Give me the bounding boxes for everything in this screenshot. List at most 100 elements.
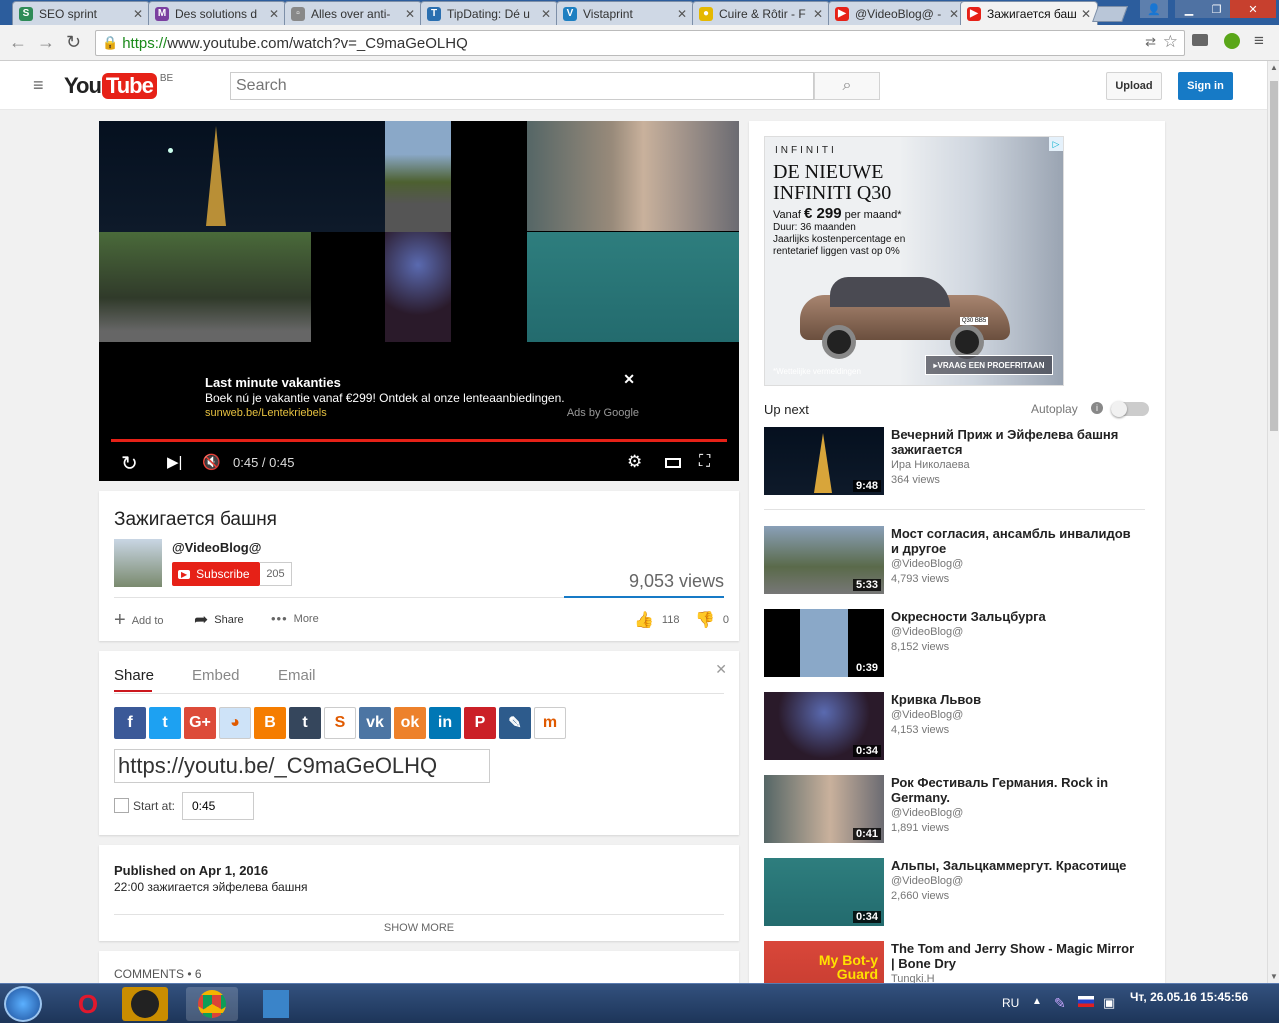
settings-gear-icon[interactable]: ⚙ [627, 452, 642, 472]
pen-tray-icon[interactable]: ✎ [1054, 995, 1066, 1012]
share-url-field[interactable] [114, 749, 490, 783]
up-next-video[interactable]: 0:39 Окресности Зальцбурга @VideoBlog@ 8,15… [764, 609, 1154, 679]
like-button[interactable]: 👍 118 [634, 610, 679, 630]
minimize-icon[interactable]: ▁ [1175, 0, 1203, 18]
start-at-input[interactable] [182, 792, 254, 820]
info-icon[interactable]: i [1091, 402, 1103, 414]
scroll-up-icon[interactable]: ▲ [1270, 63, 1278, 72]
share-button[interactable]: ➦ Share [194, 610, 244, 630]
tab-close-icon[interactable]: ✕ [677, 7, 687, 21]
browser-tab[interactable]: ● Cuire & Rôtir - F ✕ [692, 1, 830, 25]
start-button[interactable] [4, 986, 42, 1022]
overlay-ad[interactable]: Last minute vakanties Boek nú je vakanti… [197, 369, 645, 423]
overlay-ad-url[interactable]: sunweb.be/Lentekriebels [205, 407, 327, 419]
scrollbar-thumb[interactable] [1270, 81, 1278, 431]
upload-button[interactable]: Upload [1106, 72, 1162, 100]
tab-share[interactable]: Share [114, 667, 154, 684]
video-thumbnail[interactable]: 9:48 [764, 427, 884, 495]
close-window-icon[interactable]: ✕ [1230, 0, 1276, 18]
network-icon[interactable]: ▣ [1103, 995, 1115, 1011]
pinterest-icon[interactable]: P [464, 707, 496, 739]
forward-icon[interactable]: → [37, 32, 55, 53]
up-next-video[interactable]: 5:33 Мост согласия, ансамбль инвалидов и … [764, 526, 1154, 596]
ad-cta-button[interactable]: ▸ VRAAG EEN PROEFRITAAN [925, 355, 1053, 375]
browser-tab[interactable]: T TipDating: Dé u ✕ [420, 1, 558, 25]
video-thumbnail[interactable]: 0:34 [764, 858, 884, 926]
system-clock[interactable]: Чт, 26.05.16 15:45:56 [1130, 990, 1248, 1004]
overlay-ad-title[interactable]: Last minute vakanties [205, 375, 341, 390]
mixi-icon[interactable]: m [534, 707, 566, 739]
video-player[interactable]: Last minute vakanties Boek nú je vakanti… [99, 121, 739, 481]
tab-email[interactable]: Email [278, 667, 316, 684]
new-tab-button[interactable] [1092, 6, 1128, 22]
tab-close-icon[interactable]: ✕ [405, 7, 415, 21]
russian-flag-icon[interactable] [1078, 996, 1094, 1007]
up-next-video[interactable]: 9:48 Вечерний Приж и Эйфелева башня зажиг… [764, 427, 1154, 497]
video-title[interactable]: Рок Фестиваль Германия. Rock in Germany. [891, 775, 1141, 805]
ads-by-google[interactable]: Ads by Google [567, 407, 639, 419]
mute-icon[interactable]: 🔇 [202, 453, 221, 471]
video-thumbnail[interactable]: 0:41 [764, 775, 884, 843]
video-title[interactable]: Альпы, Зальцкаммергут. Красотище [891, 858, 1141, 873]
signin-button[interactable]: Sign in [1178, 72, 1233, 100]
extension-icon[interactable] [1192, 34, 1208, 46]
livejournal-icon[interactable]: ✎ [499, 707, 531, 739]
twitter-icon[interactable]: t [149, 707, 181, 739]
back-icon[interactable]: ← [9, 32, 27, 53]
taskbar-opera[interactable]: O [62, 987, 114, 1021]
linkedin-icon[interactable]: in [429, 707, 461, 739]
tab-close-icon[interactable]: ✕ [133, 7, 143, 21]
translate-icon[interactable]: ⇄ [1145, 34, 1156, 50]
blogger-icon[interactable]: B [254, 707, 286, 739]
language-indicator[interactable]: RU [1002, 996, 1019, 1010]
browser-tab[interactable]: ▶ @VideoBlog@ - ✕ [828, 1, 966, 25]
menu-icon[interactable]: ≡ [1254, 31, 1264, 51]
browser-tab[interactable]: S SEO sprint ✕ [12, 1, 150, 25]
theater-mode-icon[interactable] [665, 458, 681, 468]
tab-close-icon[interactable]: ✕ [949, 7, 959, 21]
browser-tab[interactable]: M Des solutions d ✕ [148, 1, 286, 25]
tab-close-icon[interactable]: ✕ [541, 7, 551, 21]
browser-tab[interactable]: ▫ Alles over anti- ✕ [284, 1, 422, 25]
progress-bar[interactable] [111, 439, 727, 442]
address-bar[interactable]: 🔒 https:// www.youtube.com/watch?v=_C9ma… [95, 30, 1185, 56]
dislike-button[interactable]: 👎 0 [695, 610, 729, 630]
browser-tab[interactable]: V Vistaprint ✕ [556, 1, 694, 25]
taskbar-ghost-app[interactable] [122, 987, 168, 1021]
video-thumbnail[interactable]: 5:33 [764, 526, 884, 594]
adchoices-icon[interactable]: ▷ [1049, 137, 1063, 151]
add-to-button[interactable]: + Add to [114, 609, 164, 632]
youtube-logo[interactable]: You Tube BE [64, 73, 173, 99]
user-profile-icon[interactable]: 👤 [1140, 0, 1168, 18]
tab-close-icon[interactable]: ✕ [269, 7, 279, 21]
search-button[interactable]: ⌕ [814, 72, 880, 100]
facebook-icon[interactable]: f [114, 707, 146, 739]
reload-icon[interactable]: ↻ [66, 32, 81, 53]
up-next-video[interactable]: 0:34 Кривка Львов @VideoBlog@ 4,153 views [764, 692, 1154, 762]
bookmark-star-icon[interactable]: ☆ [1163, 32, 1178, 52]
ad-legal[interactable]: *Wettelijke vermeldingen [773, 367, 861, 376]
channel-name[interactable]: @VideoBlog@ [172, 540, 261, 555]
taskbar-chrome[interactable] [186, 987, 238, 1021]
vk-icon[interactable]: vk [359, 707, 391, 739]
guide-menu-icon[interactable]: ≡ [33, 75, 44, 96]
close-ad-icon[interactable]: ✕ [623, 371, 635, 388]
tray-expand-icon[interactable]: ▲ [1032, 996, 1042, 1007]
replay-icon[interactable]: ↻ [121, 451, 138, 476]
browser-tab[interactable]: ▶ Зажигается баш ✕ [960, 1, 1098, 25]
scroll-down-icon[interactable]: ▼ [1270, 972, 1278, 981]
tumblr-icon[interactable]: t [289, 707, 321, 739]
stumbleupon-icon[interactable]: S [324, 707, 356, 739]
taskbar-app[interactable] [250, 987, 302, 1021]
tab-close-icon[interactable]: ✕ [813, 7, 823, 21]
tab-embed[interactable]: Embed [192, 667, 240, 684]
subscribe-button[interactable]: ▶ Subscribe [172, 562, 260, 586]
channel-avatar[interactable] [114, 539, 162, 587]
maximize-icon[interactable]: ❐ [1203, 0, 1230, 18]
video-title[interactable]: Окресности Зальцбурга [891, 609, 1141, 624]
video-thumbnail[interactable]: 0:34 [764, 692, 884, 760]
next-icon[interactable]: ▶| [167, 453, 182, 471]
video-title[interactable]: Вечерний Приж и Эйфелева башня зажигаетс… [891, 427, 1141, 457]
googleplus-icon[interactable]: G+ [184, 707, 216, 739]
video-title[interactable]: Мост согласия, ансамбль инвалидов и друг… [891, 526, 1141, 556]
